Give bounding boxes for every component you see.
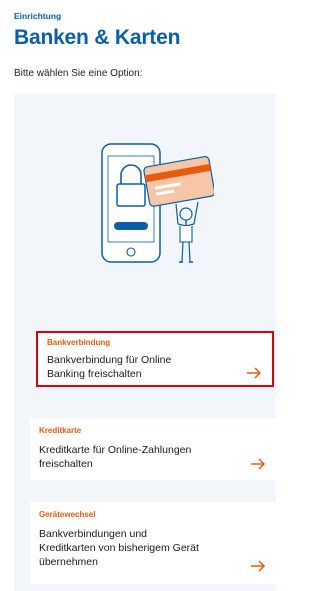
arrow-right-icon [251, 458, 266, 470]
option-bankverbindung[interactable]: Bankverbindung Bankverbindung für Online… [36, 331, 274, 387]
option-eyebrow: Bankverbindung [47, 338, 111, 347]
option-eyebrow: Kreditkarte [39, 426, 82, 435]
arrow-right-icon [251, 560, 266, 572]
option-description: Bankverbindungen und Kreditkarten von bi… [39, 527, 199, 569]
option-line: Kreditkarte für Online-Zahlungen [39, 444, 192, 456]
arrow-right-icon [247, 367, 262, 379]
option-description: Bankverbindung für Online Banking freisc… [47, 353, 171, 381]
options-panel: Bankverbindung Bankverbindung für Online… [14, 94, 276, 591]
option-line: Banking freischalten [47, 368, 142, 380]
option-line: Kreditkarten von bisherigem Gerät [39, 542, 199, 554]
option-geraetewechsel[interactable]: Gerätewechsel Bankverbindungen und Kredi… [30, 502, 276, 584]
page-title: Banken & Karten [14, 26, 181, 49]
option-kreditkarte[interactable]: Kreditkarte Kreditkarte für Online-Zahlu… [30, 418, 276, 480]
page-subtitle: Bitte wählen Sie eine Option: [14, 68, 143, 79]
option-line: freischalten [39, 458, 93, 470]
phone-lock-card-illustration [101, 143, 214, 263]
option-line: Bankverbindungen und [39, 528, 148, 540]
option-eyebrow: Gerätewechsel [39, 510, 96, 519]
option-description: Kreditkarte für Online-Zahlungen freisch… [39, 443, 191, 471]
option-line: Bankverbindung für Online [47, 354, 172, 366]
section-eyebrow: Einrichtung [14, 11, 62, 21]
option-line: übernehmen [39, 556, 98, 568]
